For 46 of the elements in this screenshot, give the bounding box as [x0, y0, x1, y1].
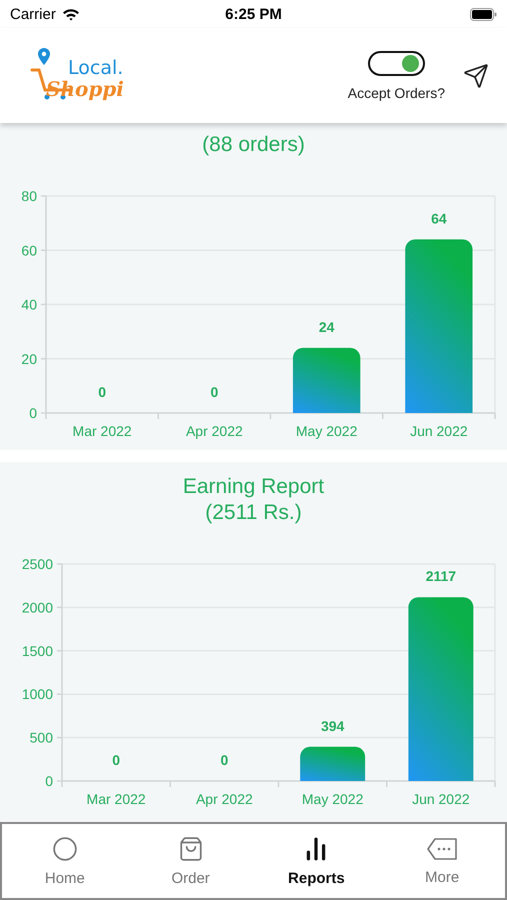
data-label: 0 — [112, 752, 120, 768]
y-axis-label: 20 — [21, 350, 37, 367]
send-icon[interactable] — [463, 62, 489, 88]
y-axis-label: 40 — [21, 296, 37, 312]
y-axis-label: 0 — [29, 405, 37, 421]
data-label: 0 — [220, 752, 228, 768]
x-axis-label: Apr 2022 — [196, 791, 253, 807]
clock: 6:25 PM — [225, 6, 282, 22]
x-axis-label: Mar 2022 — [86, 791, 146, 807]
y-axis-label: 80 — [21, 188, 37, 204]
tab[interactable]: More — [379, 824, 505, 898]
y-axis-label: 2000 — [22, 599, 53, 616]
report-total: (2511 Rs.) — [205, 500, 302, 526]
y-axis-label: 1500 — [22, 642, 53, 659]
data-label: 24 — [318, 318, 334, 335]
x-axis-label: May 2022 — [302, 791, 364, 807]
data-label: 0 — [210, 384, 218, 400]
tab[interactable]: Reports — [254, 824, 380, 898]
x-axis-label: Jun 2022 — [412, 791, 470, 807]
data-label: 394 — [320, 718, 344, 734]
y-axis-label: 500 — [30, 730, 53, 746]
tab[interactable]: Home — [2, 824, 128, 898]
toggle-label: Accept Orders? — [348, 84, 445, 100]
more-icon — [426, 836, 458, 860]
circle-icon — [52, 836, 78, 862]
y-axis-label: 60 — [21, 242, 37, 258]
report-total: (88 orders) — [202, 132, 305, 158]
data-label: 64 — [431, 210, 447, 226]
bag-icon — [178, 836, 204, 862]
x-axis-label: Jun 2022 — [410, 423, 468, 439]
accept-orders-toggle[interactable] — [368, 50, 425, 76]
tab[interactable]: Order — [128, 824, 254, 898]
y-axis-label: 1000 — [22, 686, 53, 702]
x-axis-label: May 2022 — [296, 423, 358, 439]
carrier-label: Carrier — [10, 6, 56, 22]
y-axis-label: 2500 — [22, 556, 53, 572]
data-label: 2117 — [426, 568, 456, 584]
y-axis-label: 0 — [45, 773, 53, 789]
report-title: Earning Report — [182, 474, 324, 500]
battery-icon — [470, 8, 497, 20]
data-label: 0 — [98, 384, 106, 400]
x-axis-label: Mar 2022 — [72, 423, 132, 439]
bar — [292, 348, 360, 413]
x-axis-label: Apr 2022 — [186, 423, 243, 439]
bar — [300, 746, 366, 781]
wifi-icon — [62, 8, 80, 20]
